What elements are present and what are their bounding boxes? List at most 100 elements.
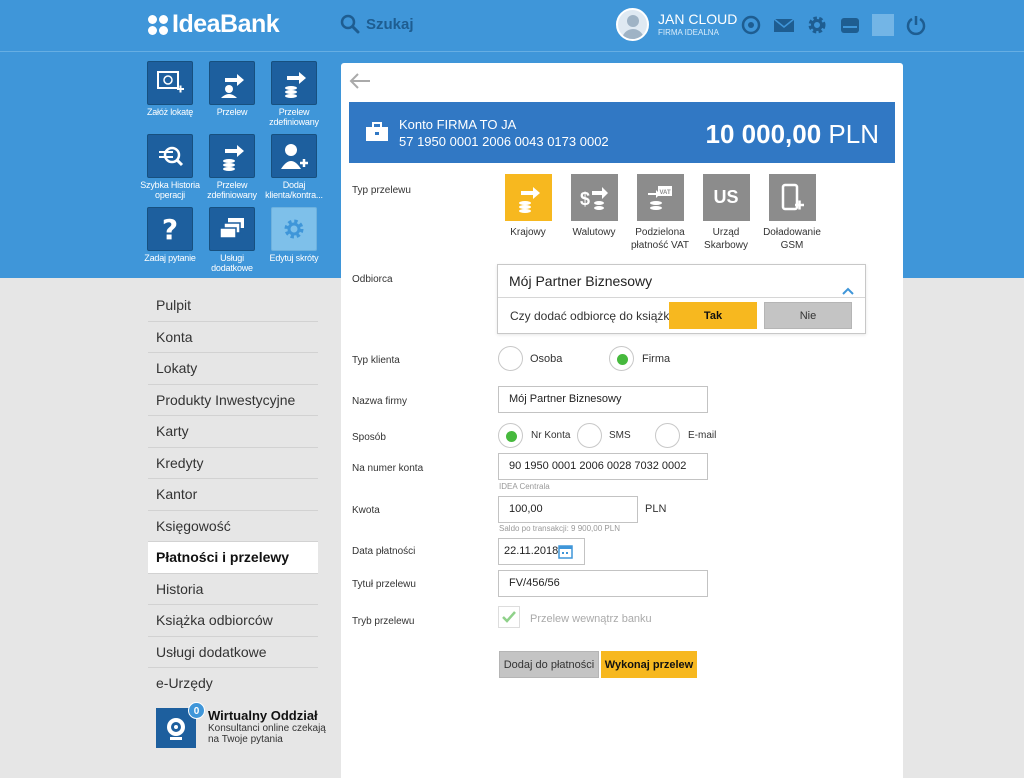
tax-office-abbr: US xyxy=(713,187,739,207)
header-separator xyxy=(872,14,894,36)
gear-icon xyxy=(271,207,317,251)
virtual-office-subtitle: Konsultanci online czekają xyxy=(208,723,326,734)
client-company-label: Firma xyxy=(642,353,671,365)
company-name-input[interactable]: Mój Partner Biznesowy xyxy=(498,386,708,413)
bank-name-hint: IDEA Centrala xyxy=(499,482,550,491)
briefcase-icon xyxy=(365,122,389,147)
account-number-label: Na numer konta xyxy=(352,463,424,474)
tile-zaloz-lokate[interactable]: Załóż lokatę xyxy=(139,61,201,117)
sidebar-item-ksiazka-odbiorcow[interactable]: Książka odbiorców xyxy=(148,605,318,637)
tile-label: Przelew zdefiniowany xyxy=(207,180,257,200)
client-company-radio[interactable] xyxy=(609,346,634,371)
tile-edytuj-skroty[interactable]: Edytuj skróty xyxy=(263,207,325,263)
add-recipient-question: Czy dodać odbiorcę do książki? xyxy=(510,309,679,323)
date-value: 22.11.2018 xyxy=(504,545,559,557)
method-label: Sposób xyxy=(352,432,386,443)
tile-uslugi-dodatkowe[interactable]: Usługi dodatkowe xyxy=(201,207,263,273)
services-icon xyxy=(209,207,255,251)
gear-icon[interactable] xyxy=(806,14,828,36)
sidebar-item-historia[interactable]: Historia xyxy=(148,574,318,605)
logo-text: IdeaBank xyxy=(172,10,280,38)
logo-dots-icon xyxy=(148,14,168,35)
tile-dodaj-klienta[interactable]: Dodaj klienta/kontra... xyxy=(263,134,325,200)
sidebar-item-karty[interactable]: Karty xyxy=(148,416,318,448)
type-urzad-skarbowy[interactable]: US Urząd Skarbowy xyxy=(690,174,762,252)
target-icon[interactable] xyxy=(740,14,762,36)
mode-label: Tryb przelewu xyxy=(352,616,415,627)
recipient-dropdown: Mój Partner Biznesowy Czy dodać odbiorcę… xyxy=(497,264,866,334)
tile-label: Usługi dodatkowe xyxy=(211,253,253,273)
sidebar-item-e-urzedy[interactable]: e-Urzędy xyxy=(148,668,318,700)
sidebar-item-lokaty[interactable]: Lokaty xyxy=(148,353,318,385)
tile-label: Przelew zdefiniowany xyxy=(269,107,319,127)
sidebar-menu: Pulpit Konta Lokaty Produkty Inwestycyjn… xyxy=(148,290,318,700)
tile-label: Dodaj klienta/kontra... xyxy=(265,180,323,200)
sidebar-item-uslugi-dodatkowe[interactable]: Usługi dodatkowe xyxy=(148,637,318,668)
mail-icon[interactable] xyxy=(773,14,795,36)
method-email-label: E-mail xyxy=(688,430,717,441)
method-account-radio[interactable] xyxy=(498,423,523,448)
recipient-select[interactable]: Mój Partner Biznesowy xyxy=(498,265,865,298)
yes-button[interactable]: Tak xyxy=(669,302,757,329)
date-input[interactable]: 22.11.2018 xyxy=(498,538,585,565)
calendar-icon[interactable] xyxy=(558,544,573,569)
tile-przelew-zdefiniowany[interactable]: Przelew zdefiniowany xyxy=(263,61,325,127)
back-arrow-icon[interactable] xyxy=(349,73,371,94)
sidebar-item-produkty-inwestycyjne[interactable]: Produkty Inwestycyjne xyxy=(148,385,318,416)
currency-transfer-icon: $ xyxy=(570,174,618,221)
type-krajowy[interactable]: Krajowy xyxy=(492,174,564,239)
tile-label: Zadaj pytanie xyxy=(144,253,196,263)
method-sms-label: SMS xyxy=(609,430,631,441)
method-email-radio[interactable] xyxy=(655,423,680,448)
no-button[interactable]: Nie xyxy=(764,302,852,329)
date-label: Data płatności xyxy=(352,546,416,557)
sidebar-item-platnosci[interactable]: Płatności i przelewy xyxy=(148,542,318,574)
tile-label: Przelew xyxy=(216,107,248,117)
notification-badge: 0 xyxy=(188,702,205,719)
search[interactable]: Szukaj xyxy=(340,14,414,34)
type-label: Walutowy xyxy=(572,227,616,238)
transfer-panel: Konto FIRMA TO JA 57 1950 0001 2006 0043… xyxy=(341,63,903,778)
type-walutowy[interactable]: $ Walutowy xyxy=(558,174,630,239)
client-person-radio[interactable] xyxy=(498,346,523,371)
virtual-office[interactable]: 0 Wirtualny Oddział Konsultanci online c… xyxy=(156,702,326,748)
amount-input[interactable]: 100,00 xyxy=(498,496,638,523)
user-profile[interactable]: JAN CLOUD FIRMA IDEALNA xyxy=(616,8,737,41)
defined-transfer-icon xyxy=(271,61,317,105)
balance-amount: 10 000,00 xyxy=(705,119,822,149)
power-icon[interactable] xyxy=(905,14,927,36)
virtual-office-subtitle: na Twoje pytania xyxy=(208,734,283,745)
recipient-label: Odbiorca xyxy=(352,274,393,285)
logo[interactable]: IdeaBank xyxy=(148,10,280,39)
type-label: Typ przelewu xyxy=(352,185,411,196)
type-label: Krajowy xyxy=(510,227,546,238)
tile-szybka-historia[interactable]: Szybka Historia operacji xyxy=(139,134,201,200)
tile-przelew-zdefiniowany-2[interactable]: Przelew zdefiniowany xyxy=(201,134,263,200)
type-podzielona-vat[interactable]: VAT Podzielona płatność VAT xyxy=(624,174,696,252)
title-input[interactable]: FV/456/56 xyxy=(498,570,708,597)
question-icon: ? xyxy=(147,207,193,251)
tile-zadaj-pytanie[interactable]: ? Zadaj pytanie xyxy=(139,207,201,263)
method-sms-radio[interactable] xyxy=(577,423,602,448)
sidebar-item-kantor[interactable]: Kantor xyxy=(148,479,318,511)
tile-label: Szybka Historia operacji xyxy=(140,180,200,200)
sidebar-item-ksiegowosc[interactable]: Księgowość xyxy=(148,511,318,542)
history-search-icon xyxy=(147,134,193,178)
account-number-input[interactable]: 90 1950 0001 2006 0028 7032 0002 xyxy=(498,453,708,480)
type-label: Urząd xyxy=(712,227,740,238)
phone-topup-icon xyxy=(768,174,816,221)
sidebar-item-konta[interactable]: Konta xyxy=(148,322,318,353)
amount-currency: PLN xyxy=(645,503,667,515)
tile-przelew[interactable]: Przelew xyxy=(201,61,263,117)
recipient-value: Mój Partner Biznesowy xyxy=(509,273,653,289)
type-label: Podzielona xyxy=(635,227,685,238)
sidebar-item-pulpit[interactable]: Pulpit xyxy=(148,290,318,322)
sidebar-item-kredyty[interactable]: Kredyty xyxy=(148,448,318,479)
inbox-icon[interactable] xyxy=(839,14,861,36)
internal-transfer-checkbox[interactable] xyxy=(498,606,520,628)
amount-label: Kwota xyxy=(352,505,380,516)
execute-transfer-button[interactable]: Wykonaj przelew xyxy=(601,651,697,678)
type-doladowanie-gsm[interactable]: Doładowanie GSM xyxy=(756,174,828,252)
add-to-payments-button[interactable]: Dodaj do płatności xyxy=(499,651,599,678)
account-name: Konto FIRMA TO JA xyxy=(399,117,517,132)
